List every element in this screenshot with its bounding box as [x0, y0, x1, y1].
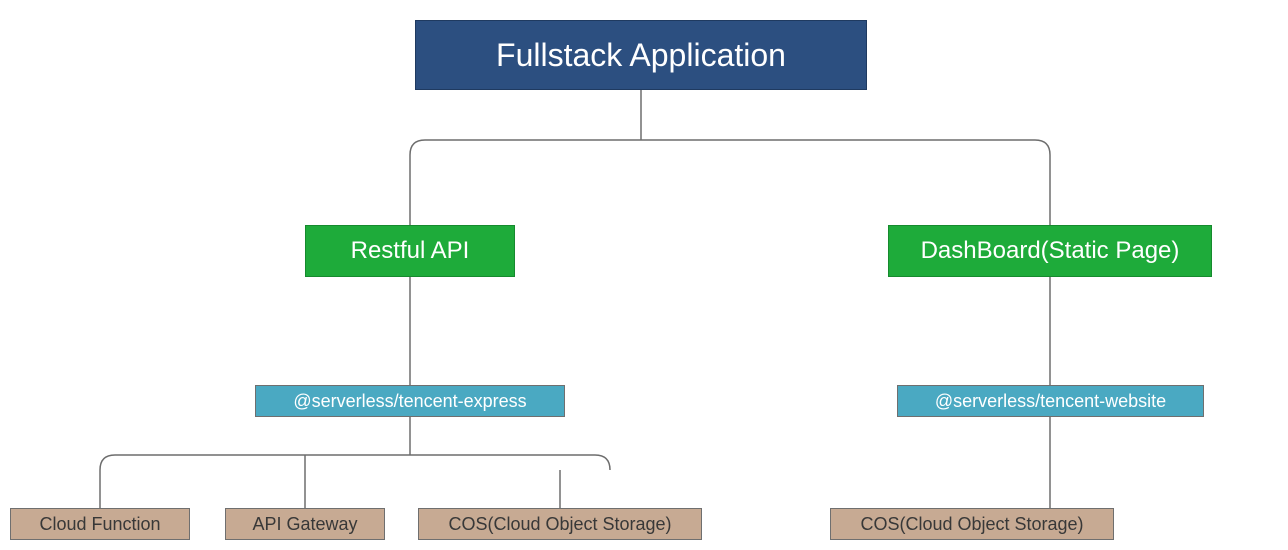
- package-express: @serverless/tencent-express: [255, 385, 565, 417]
- branch-dashboard: DashBoard(Static Page): [888, 225, 1212, 277]
- leaf-api-gateway: API Gateway: [225, 508, 385, 540]
- root-node: Fullstack Application: [415, 20, 867, 90]
- package-website-label: @serverless/tencent-website: [935, 391, 1166, 412]
- branch-api: Restful API: [305, 225, 515, 277]
- leaf-cos-dash-label: COS(Cloud Object Storage): [860, 514, 1083, 535]
- branch-api-label: Restful API: [351, 237, 470, 265]
- leaf-cos-dash: COS(Cloud Object Storage): [830, 508, 1114, 540]
- branch-dashboard-label: DashBoard(Static Page): [921, 237, 1180, 265]
- root-label: Fullstack Application: [496, 37, 786, 74]
- leaf-cos-api-label: COS(Cloud Object Storage): [448, 514, 671, 535]
- leaf-cos-api: COS(Cloud Object Storage): [418, 508, 702, 540]
- leaf-cloud-function-label: Cloud Function: [39, 514, 160, 535]
- leaf-api-gateway-label: API Gateway: [252, 514, 357, 535]
- package-website: @serverless/tencent-website: [897, 385, 1204, 417]
- package-express-label: @serverless/tencent-express: [293, 391, 526, 412]
- leaf-cloud-function: Cloud Function: [10, 508, 190, 540]
